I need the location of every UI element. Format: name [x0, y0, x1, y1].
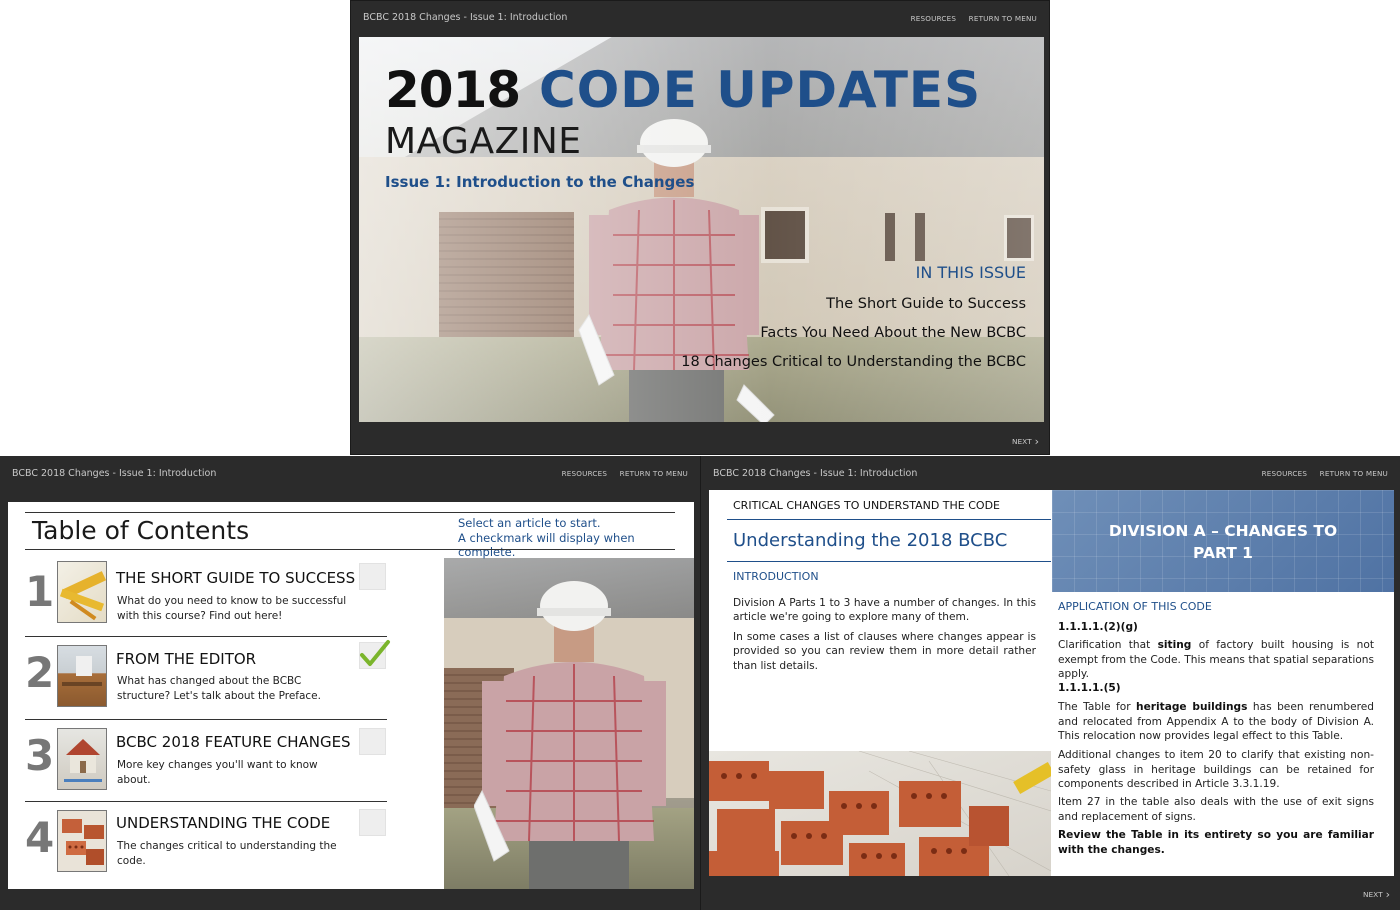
cover-article-link[interactable]: 18 Changes Critical to Understanding the…: [681, 354, 1026, 370]
article-number: 1: [25, 567, 55, 616]
toc-item-feature-changes[interactable]: 3 BCBC 2018 FEATURE CHANGES More key cha…: [25, 719, 387, 801]
article-description: What do you need to know to be successfu…: [117, 595, 347, 622]
article-title[interactable]: UNDERSTANDING THE CODE: [116, 814, 330, 832]
cover-year: 2018: [385, 61, 521, 119]
resources-link[interactable]: RESOURCES: [911, 14, 957, 23]
resources-link[interactable]: RESOURCES: [1262, 469, 1308, 478]
article-number: 2: [25, 648, 55, 697]
window-titlebar: BCBC 2018 Changes - Issue 1: Introductio…: [701, 456, 1400, 490]
clause-text-emphasis: heritage buildings: [1136, 701, 1248, 713]
article-number: 3: [25, 731, 55, 780]
divider: [727, 561, 1051, 562]
divider: [25, 636, 387, 637]
article-paragraph: Division A Parts 1 to 3 have a number of…: [733, 597, 1036, 624]
banner-heading-line: PART 1: [1193, 544, 1253, 562]
clause-text: Item 27 in the table also deals with the…: [1058, 796, 1374, 823]
article-title[interactable]: THE SHORT GUIDE TO SUCCESS: [116, 569, 355, 587]
article-title[interactable]: BCBC 2018 FEATURE CHANGES: [116, 733, 351, 751]
clause-text-part: Clarification that: [1058, 639, 1158, 651]
cover-issue-title: Issue 1: Introduction to the Changes: [385, 173, 695, 191]
cover-headline: CODE UPDATES: [539, 61, 982, 119]
cover-article-link[interactable]: Facts You Need About the New BCBC: [760, 325, 1026, 341]
next-label: NEXT: [1362, 890, 1383, 899]
article-left-column: CRITICAL CHANGES TO UNDERSTAND THE CODE …: [709, 490, 1051, 876]
article-paragraph: In some cases a list of clauses where ch…: [733, 631, 1036, 672]
return-to-menu-link[interactable]: RETURN TO MENU: [969, 14, 1037, 23]
divider: [25, 801, 387, 802]
clause-number: 1.1.1.1.(2)(g): [1058, 621, 1138, 633]
clause-text: Clarification that siting of factory bui…: [1058, 638, 1374, 682]
article-title[interactable]: FROM THE EDITOR: [116, 650, 256, 668]
checkmark-icon: [360, 640, 390, 666]
banner-heading-line: DIVISION A – CHANGES TO: [1108, 522, 1338, 540]
bricks-thumbnail: [57, 810, 107, 872]
window-titlebar: BCBC 2018 Changes - Issue 1: Introductio…: [0, 456, 700, 490]
blueprint-banner: DIVISION A – CHANGES TO PART 1: [1052, 490, 1394, 592]
in-this-issue-heading: IN THIS ISSUE: [915, 263, 1026, 282]
banner-heading: DIVISION A – CHANGES TO PART 1: [1052, 520, 1394, 564]
clause-text: Additional changes to item 20 to clarify…: [1058, 749, 1374, 791]
article-kicker: CRITICAL CHANGES TO UNDERSTAND THE CODE: [733, 499, 1001, 512]
builder-photo: [444, 558, 694, 889]
window-links: RESOURCES RETURN TO MENU: [552, 469, 688, 478]
window-titlebar: BCBC 2018 Changes - Issue 1: Introductio…: [351, 1, 1049, 35]
table-of-contents-page: Table of Contents Select an article to s…: [8, 502, 694, 889]
toc-item-understanding-code[interactable]: 4 UNDERSTANDING THE CODE The changes cri…: [25, 801, 387, 883]
toc-item-short-guide[interactable]: 1 THE SHORT GUIDE TO SUCCESS What do you…: [25, 557, 387, 639]
clause-text-part: The Table for: [1058, 701, 1137, 713]
house-model-thumbnail: [57, 728, 107, 790]
chevron-right-icon: ›: [1385, 888, 1390, 901]
return-to-menu-link[interactable]: RETURN TO MENU: [1320, 469, 1388, 478]
toc-window: BCBC 2018 Changes - Issue 1: Introductio…: [0, 456, 700, 910]
section-heading: INTRODUCTION: [733, 570, 819, 583]
return-to-menu-link[interactable]: RETURN TO MENU: [620, 469, 688, 478]
completion-checkbox: [359, 809, 386, 836]
clause-number: 1.1.1.1.(5): [1058, 682, 1121, 694]
resources-link[interactable]: RESOURCES: [562, 469, 608, 478]
cover-magazine-label: MAGAZINE: [385, 121, 582, 162]
completion-checkbox: [359, 563, 386, 590]
next-button[interactable]: NEXT ›: [1362, 887, 1390, 901]
desk-thumbnail: [57, 645, 107, 707]
completion-checkbox: [359, 640, 390, 669]
next-label: NEXT: [1011, 437, 1032, 446]
page-title: Table of Contents: [32, 516, 250, 545]
divider: [25, 512, 675, 513]
cover-article-link[interactable]: The Short Guide to Success: [826, 296, 1026, 312]
next-button[interactable]: NEXT ›: [1011, 434, 1039, 448]
window-title: BCBC 2018 Changes - Issue 1: Introductio…: [713, 468, 918, 479]
cover-window: BCBC 2018 Changes - Issue 1: Introductio…: [350, 0, 1050, 455]
clause-text-emphasis: siting: [1157, 639, 1192, 651]
clause-text: The Table for heritage buildings has bee…: [1058, 700, 1374, 744]
window-title: BCBC 2018 Changes - Issue 1: Introductio…: [363, 12, 568, 23]
article-description: What has changed about the BCBC structur…: [117, 675, 321, 702]
builder-with-hardhat-image: [474, 581, 666, 889]
article-page: CRITICAL CHANGES TO UNDERSTAND THE CODE …: [709, 490, 1394, 876]
divider: [727, 519, 1051, 520]
subsection-heading: APPLICATION OF THIS CODE: [1058, 600, 1212, 613]
cover-page: 2018 CODE UPDATES MAGAZINE Issue 1: Intr…: [359, 37, 1044, 422]
window-links: RESOURCES RETURN TO MENU: [901, 14, 1037, 23]
window-links: RESOURCES RETURN TO MENU: [1252, 469, 1388, 478]
completion-checkbox: [359, 728, 386, 755]
measuring-tape-thumbnail: [57, 561, 107, 623]
toc-instruction: A checkmark will display when complete.: [458, 531, 635, 559]
article-right-column: DIVISION A – CHANGES TO PART 1 APPLICATI…: [1052, 490, 1394, 876]
toc-instruction: Select an article to start.: [458, 516, 601, 530]
window-title: BCBC 2018 Changes - Issue 1: Introductio…: [12, 468, 217, 479]
divider: [25, 549, 675, 550]
chevron-right-icon: ›: [1034, 435, 1039, 448]
article-title: Understanding the 2018 BCBC: [733, 530, 1008, 551]
article-description: The changes critical to understanding th…: [117, 840, 337, 867]
toc-item-from-editor[interactable]: 2 FROM THE EDITOR What has changed about…: [25, 636, 390, 718]
article-window: BCBC 2018 Changes - Issue 1: Introductio…: [700, 456, 1400, 910]
divider: [25, 719, 387, 720]
article-number: 4: [25, 813, 55, 862]
bricks-image: [709, 751, 1051, 876]
clause-callout: Review the Table in its entirety so you …: [1058, 829, 1374, 856]
article-description: More key changes you'll want to know abo…: [117, 759, 318, 786]
